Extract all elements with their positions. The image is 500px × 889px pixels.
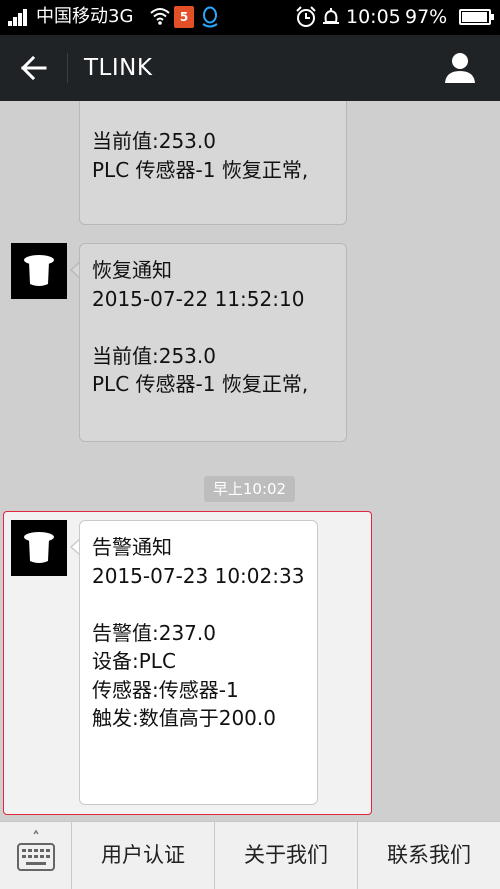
message-value: 当前值:253.0 <box>92 129 216 153</box>
chat-area[interactable]: 当前值:253.0 PLC 传感器-1 恢复正常, 恢复通知 2015-07-2… <box>0 101 500 821</box>
html5-icon: 5 <box>174 6 194 28</box>
status-bar: 中国移动3G 5 10:05 97% <box>0 0 500 35</box>
menu-contact-us[interactable]: 联系我们 <box>358 822 500 889</box>
signal-icon <box>8 8 32 26</box>
battery-percentage: 97% <box>405 6 448 28</box>
qq-icon <box>202 6 218 28</box>
trash-bin-icon <box>24 532 54 563</box>
title-divider <box>67 53 68 83</box>
page-title: TLINK <box>84 55 153 81</box>
do-not-disturb-icon <box>323 8 339 24</box>
wifi-icon <box>150 8 170 25</box>
message-datetime: 2015-07-22 11:52:10 <box>92 286 305 311</box>
message-status: PLC 传感器-1 恢复正常, <box>92 157 309 182</box>
message-bubble[interactable]: 告警通知 2015-07-23 10:02:33 告警值:237.0 设备:PL… <box>79 520 318 805</box>
battery-icon <box>459 9 494 25</box>
avatar[interactable] <box>11 520 67 576</box>
trash-bin-icon <box>24 255 54 286</box>
back-arrow-icon[interactable] <box>10 47 56 89</box>
menu-user-auth[interactable]: 用户认证 <box>72 822 215 889</box>
alarm-icon <box>296 6 316 27</box>
message-title: 恢复通知 <box>92 258 172 282</box>
message-alarm-value: 告警值:237.0 <box>92 620 216 645</box>
message-sensor: 传感器:传感器-1 <box>92 677 239 702</box>
message-device: 设备:PLC <box>92 649 176 673</box>
profile-icon[interactable] <box>440 49 480 87</box>
message-status: PLC 传感器-1 恢复正常, <box>92 372 309 396</box>
keyboard-toggle-button[interactable] <box>0 822 72 889</box>
bottom-menu-bar: 用户认证 关于我们 联系我们 <box>0 821 500 889</box>
message-trigger: 触发:数值高于200.0 <box>92 706 276 730</box>
message-value: 当前值:253.0 <box>92 343 216 368</box>
message-title: 告警通知 <box>92 535 172 559</box>
message-bubble[interactable]: 恢复通知 2015-07-22 11:52:10 当前值:253.0 PLC 传… <box>79 243 347 442</box>
avatar[interactable] <box>11 243 67 299</box>
carrier-name: 中国移动3G <box>36 6 134 27</box>
menu-about-us[interactable]: 关于我们 <box>215 822 358 889</box>
clock: 10:05 <box>346 6 401 28</box>
message-bubble[interactable]: 当前值:253.0 PLC 传感器-1 恢复正常, <box>79 101 347 225</box>
timestamp-label: 早上10:02 <box>204 476 295 502</box>
message-datetime: 2015-07-23 10:02:33 <box>92 563 305 588</box>
keyboard-icon <box>17 829 55 871</box>
title-bar: TLINK <box>0 35 500 101</box>
